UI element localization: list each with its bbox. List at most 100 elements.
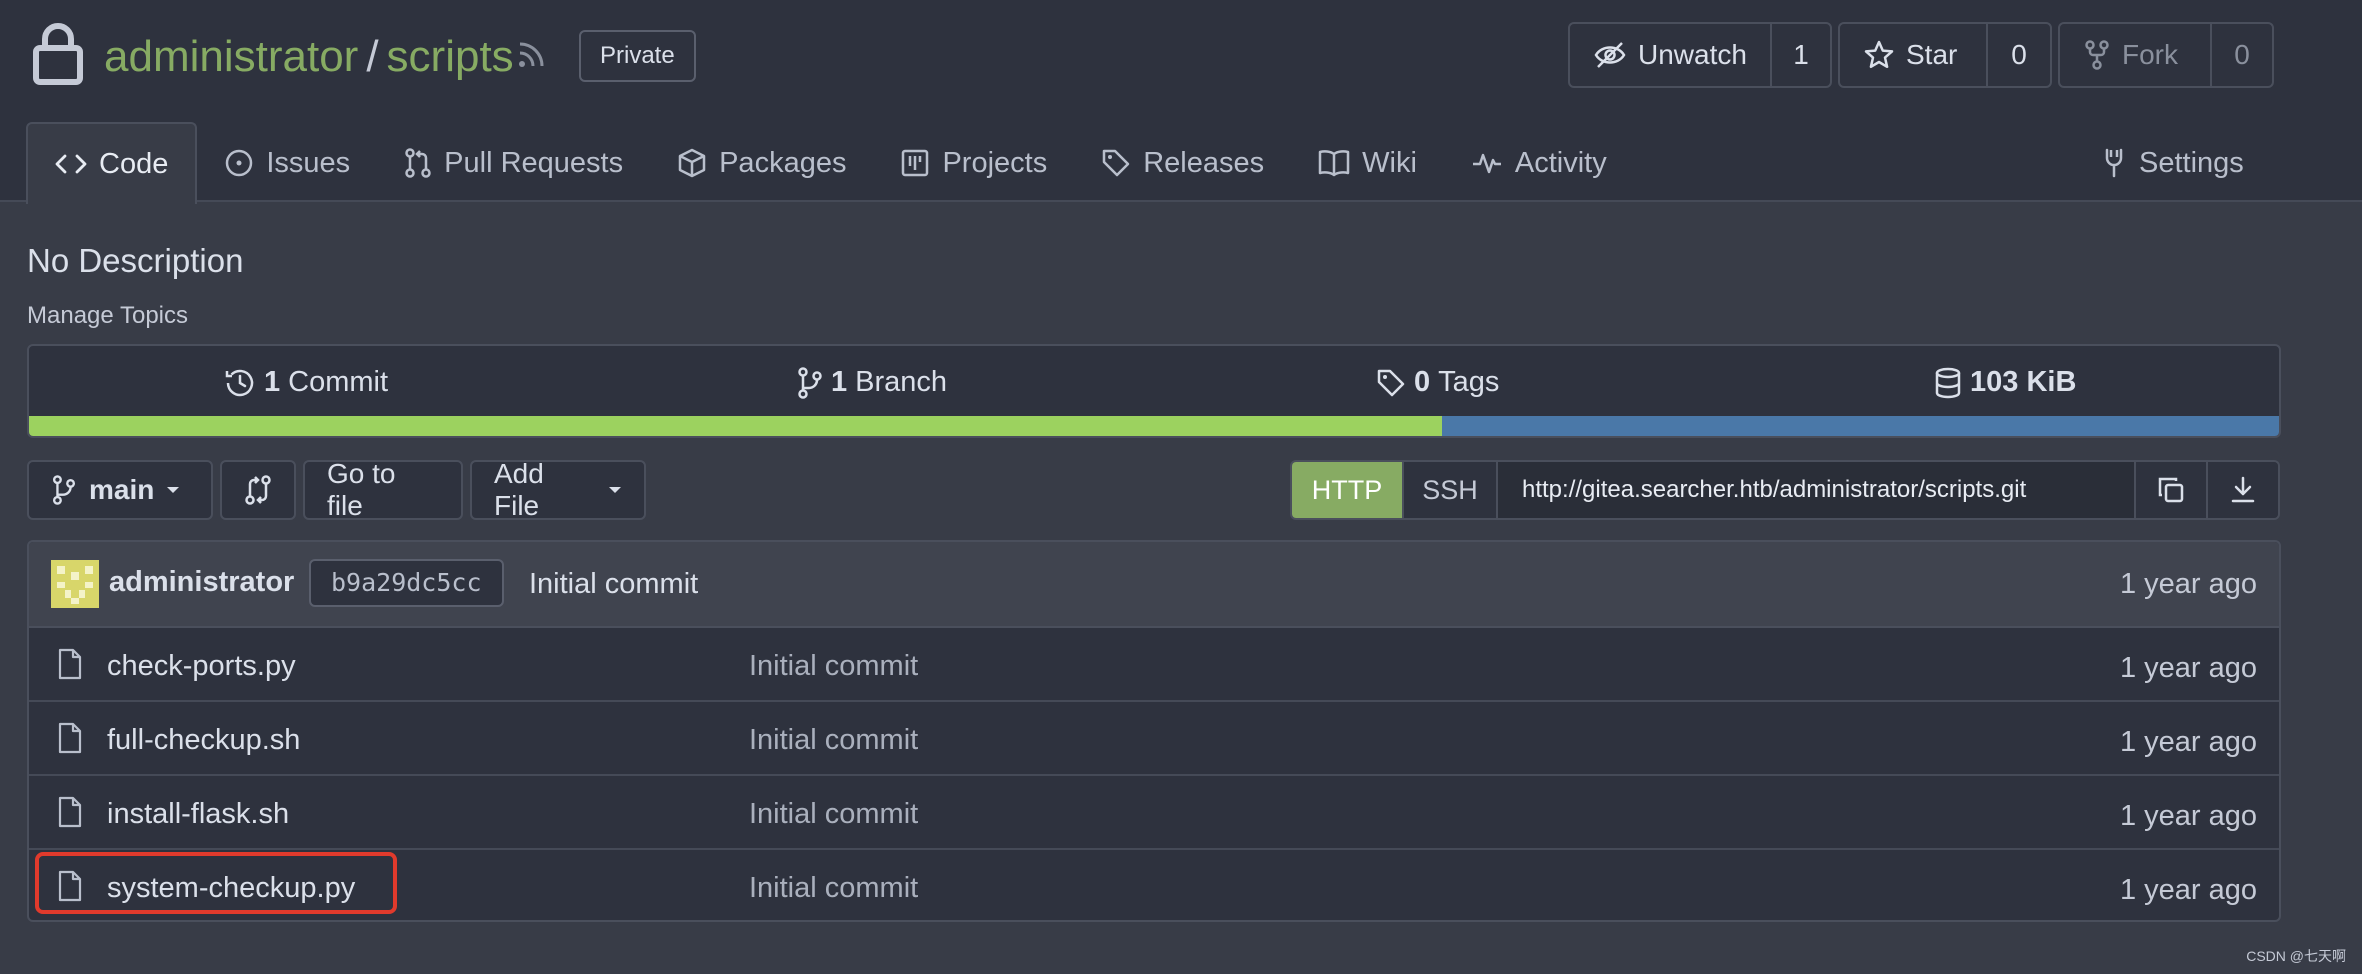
commits-label: Commit — [288, 366, 389, 398]
tab-activity-label: Activity — [1514, 146, 1607, 179]
file-name[interactable]: system-checkup.py — [107, 872, 355, 905]
file-row[interactable]: install-flask.sh Initial commit 1 year a… — [29, 776, 2279, 850]
tag-icon — [1101, 148, 1131, 178]
file-icon — [57, 796, 83, 828]
file-name[interactable]: full-checkup.sh — [107, 724, 300, 757]
file-row[interactable]: system-checkup.py Initial commit 1 year … — [29, 850, 2279, 920]
tab-code-label: Code — [99, 147, 169, 180]
branch-selector[interactable]: main — [27, 460, 213, 520]
tab-packages[interactable]: Packages — [650, 122, 873, 204]
clone-http-button[interactable]: HTTP — [1292, 462, 1402, 518]
clone-ssh-button[interactable]: SSH — [1402, 462, 1496, 518]
file-commit-message[interactable]: Initial commit — [749, 872, 918, 905]
eye-slash-icon — [1594, 41, 1626, 69]
language-segment-secondary[interactable] — [1442, 416, 2279, 436]
tab-wiki[interactable]: Wiki — [1291, 122, 1444, 204]
file-age: 1 year ago — [2119, 874, 2257, 906]
star-button[interactable]: Star — [1840, 24, 1988, 86]
tab-releases[interactable]: Releases — [1074, 122, 1291, 204]
copy-url-button[interactable] — [2134, 462, 2206, 518]
star-count[interactable]: 0 — [1988, 24, 2050, 86]
tab-pull-requests[interactable]: Pull Requests — [377, 122, 650, 204]
file-name[interactable]: check-ports.py — [107, 650, 296, 683]
pulse-icon — [1471, 150, 1503, 176]
file-row[interactable]: check-ports.py Initial commit 1 year ago — [29, 628, 2279, 702]
fork-count[interactable]: 0 — [2212, 24, 2272, 86]
latest-commit-row: administrator b9a29dc5cc Initial commit … — [29, 542, 2279, 628]
tab-projects[interactable]: Projects — [873, 122, 1074, 204]
file-commit-message[interactable]: Initial commit — [749, 650, 918, 683]
size-stat: 103 KiB — [1934, 366, 2076, 399]
tab-settings-label: Settings — [2139, 146, 2244, 179]
watermark: CSDN @七天啊 — [2246, 948, 2346, 964]
file-commit-message[interactable]: Initial commit — [749, 798, 918, 831]
star-button-group: Star 0 — [1838, 22, 2052, 88]
repo-header: administrator / scripts Private Unwatch 1 … — [0, 0, 2362, 204]
star-label: Star — [1906, 39, 1958, 70]
copy-icon — [2157, 476, 2185, 504]
file-table: administrator b9a29dc5cc Initial commit … — [27, 540, 2281, 922]
fork-button[interactable]: Fork — [2060, 24, 2212, 86]
manage-topics-link[interactable]: Manage Topics — [27, 302, 188, 330]
clone-url-input[interactable]: http://gitea.searcher.htb/administrator/… — [1496, 462, 2134, 518]
repo-owner-link[interactable]: administrator — [104, 32, 358, 81]
tab-packages-label: Packages — [719, 146, 847, 179]
database-icon — [1934, 367, 1962, 399]
fork-icon — [2084, 40, 2110, 70]
watch-count[interactable]: 1 — [1772, 24, 1830, 86]
tab-pull-requests-label: Pull Requests — [444, 146, 624, 179]
commits-stat[interactable]: 1 Commit — [224, 366, 388, 399]
compare-button[interactable] — [220, 460, 296, 520]
repo-name-link[interactable]: scripts — [387, 32, 514, 81]
tab-wiki-label: Wiki — [1362, 146, 1417, 179]
project-icon — [900, 148, 930, 178]
file-commit-message[interactable]: Initial commit — [749, 724, 918, 757]
tag-icon — [1376, 368, 1406, 398]
star-icon — [1864, 40, 1894, 70]
language-segment-primary[interactable] — [29, 416, 1442, 436]
commit-message[interactable]: Initial commit — [529, 568, 698, 601]
branches-label: Branch — [855, 366, 948, 398]
private-badge: Private — [579, 30, 696, 82]
branches-stat[interactable]: 1 Branch — [797, 366, 947, 399]
file-icon — [57, 870, 83, 902]
issue-icon — [224, 148, 254, 178]
tab-activity[interactable]: Activity — [1444, 122, 1634, 204]
go-to-file-button[interactable]: Go to file — [303, 458, 463, 521]
file-icon — [57, 648, 83, 680]
tab-releases-label: Releases — [1143, 146, 1265, 179]
compare-icon — [244, 474, 272, 506]
repo-description: No Description — [27, 242, 244, 279]
tab-code[interactable]: Code — [26, 122, 198, 204]
code-icon — [55, 152, 87, 176]
branch-icon — [797, 366, 823, 399]
commits-count: 1 — [264, 366, 281, 398]
fork-label: Fork — [2122, 39, 2178, 70]
download-button[interactable] — [2206, 462, 2278, 518]
repo-title: administrator / scripts — [104, 28, 514, 86]
caret-down-icon — [608, 485, 622, 495]
commit-sha[interactable]: b9a29dc5cc — [309, 559, 504, 607]
commit-age: 1 year ago — [2119, 568, 2257, 600]
tab-issues-label: Issues — [266, 146, 351, 179]
repo-title-separator: / — [366, 32, 379, 81]
language-bar[interactable] — [29, 416, 2279, 436]
book-icon — [1318, 149, 1350, 177]
commit-author[interactable]: administrator — [109, 566, 294, 599]
tab-projects-label: Projects — [942, 146, 1048, 179]
fork-button-group: Fork 0 — [2058, 22, 2274, 88]
file-age: 1 year ago — [2119, 652, 2257, 684]
unwatch-button[interactable]: Unwatch — [1570, 24, 1772, 86]
add-file-label: Add File — [494, 458, 544, 521]
package-icon — [677, 148, 707, 178]
download-icon — [2230, 476, 2256, 504]
caret-down-icon — [166, 485, 180, 495]
rss-icon[interactable] — [516, 40, 546, 70]
file-name[interactable]: install-flask.sh — [107, 798, 289, 831]
tags-stat[interactable]: 0 Tags — [1376, 366, 1499, 399]
avatar[interactable] — [51, 560, 99, 608]
tab-issues[interactable]: Issues — [197, 122, 377, 204]
tab-settings[interactable]: Settings — [2074, 122, 2271, 204]
file-row[interactable]: full-checkup.sh Initial commit 1 year ag… — [29, 702, 2279, 776]
add-file-button[interactable]: Add File — [470, 458, 646, 521]
